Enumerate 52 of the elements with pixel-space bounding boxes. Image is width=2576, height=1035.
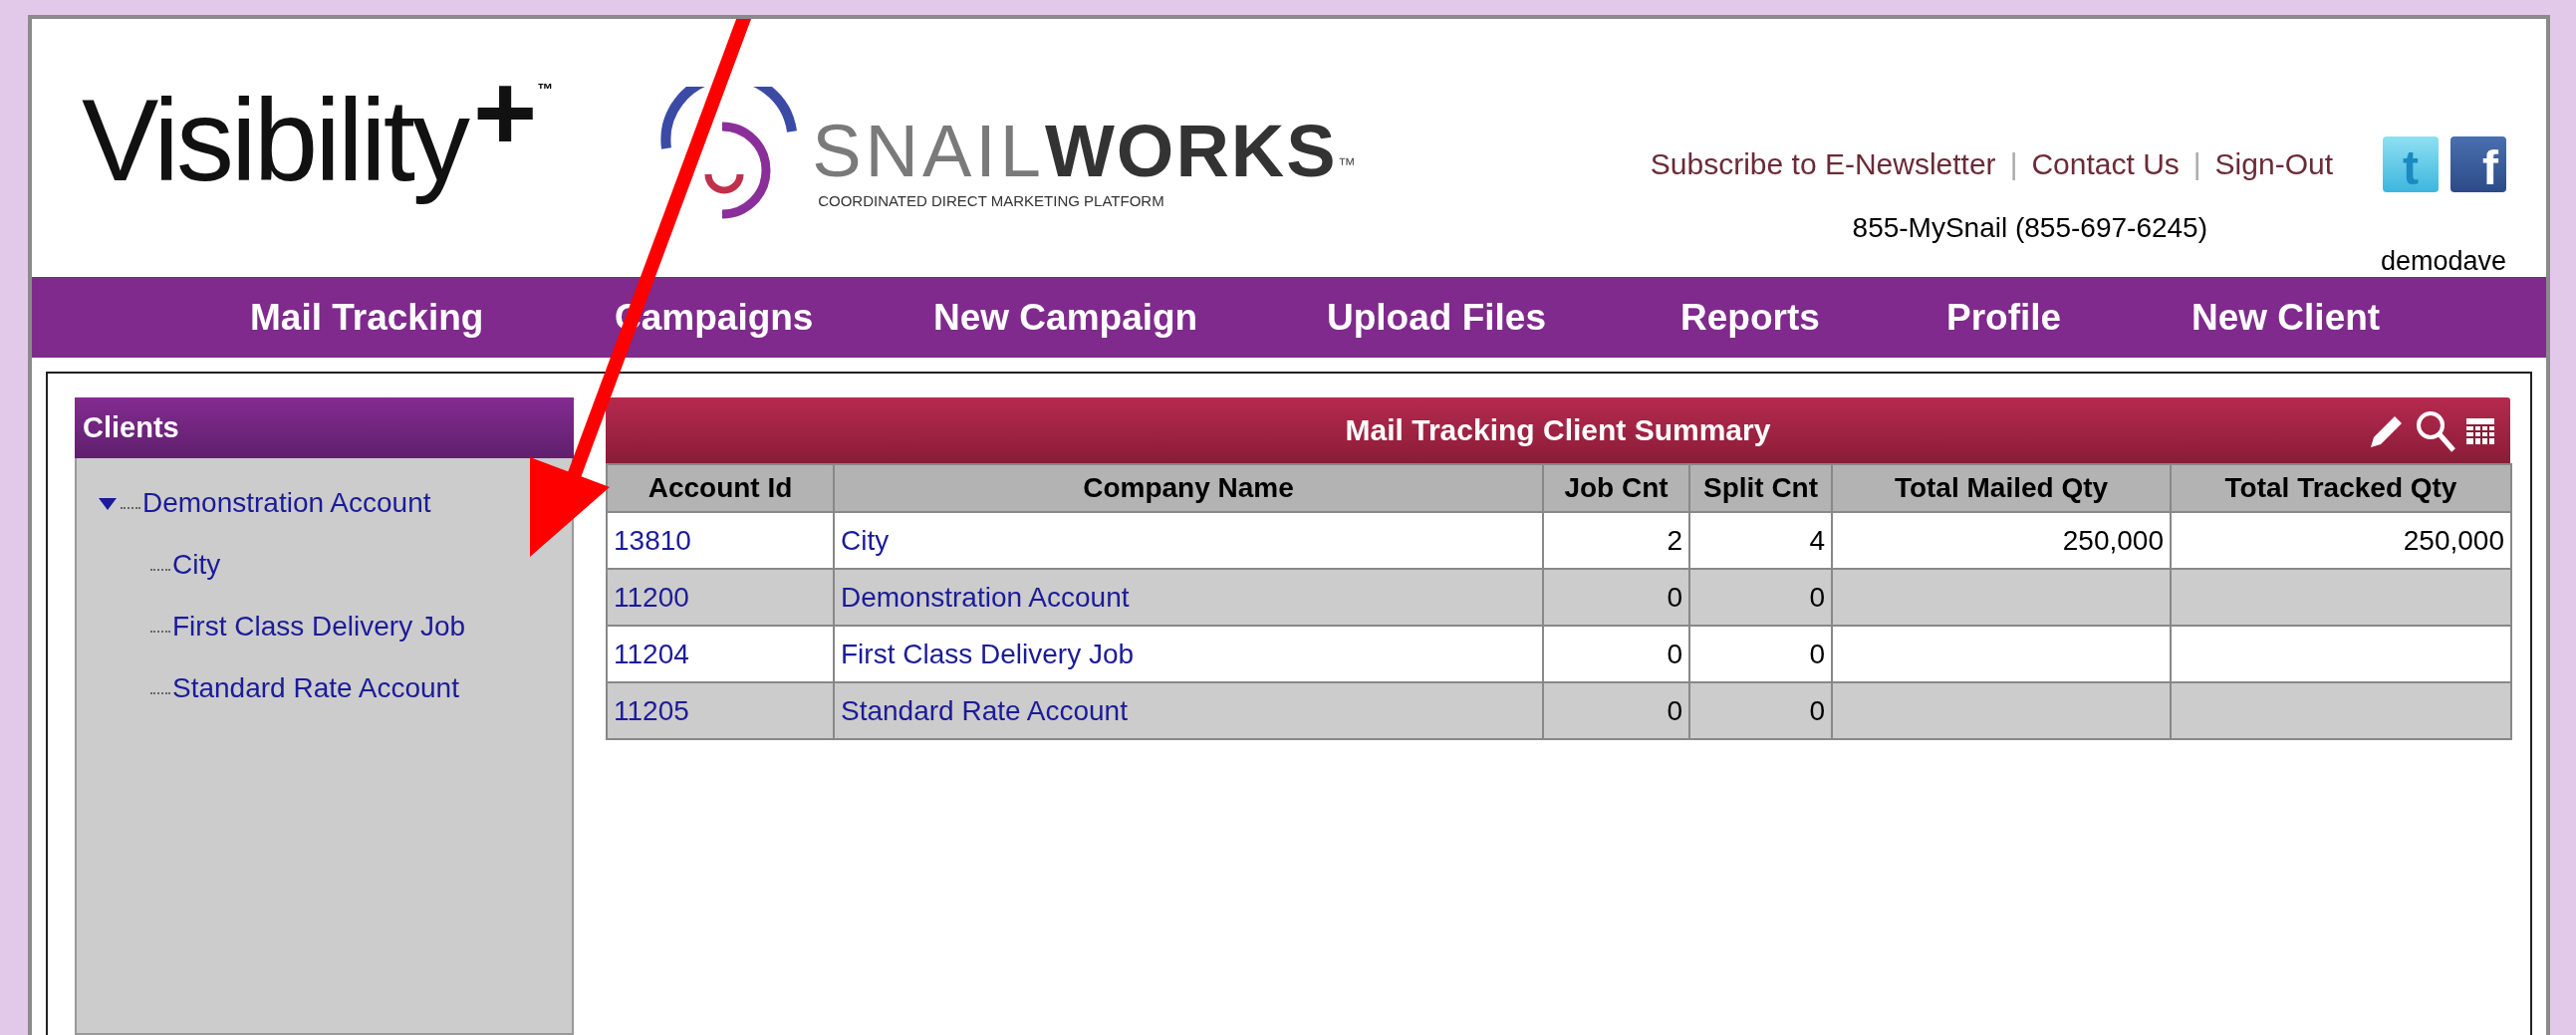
panel-header: Clients [75,397,574,458]
column-header: Total Tracked Qty [2171,464,2511,512]
tree-item[interactable]: Demonstration Account [142,487,431,519]
phone-number: 855-MySnail (855-697-6245) [1852,212,2207,244]
table-cell: 0 [1543,569,1689,626]
account-id-link[interactable]: 11200 [607,569,834,626]
company-link[interactable]: Demonstration Account [834,569,1543,626]
search-icon[interactable] [2415,409,2456,453]
partner-logo-text: SNAILWORKS [812,114,1338,188]
trademark: ™ [1337,154,1356,175]
partner-tagline: COORDINATED DIRECT MARKETING PLATFORM [818,191,1165,209]
company-link[interactable]: Standard Rate Account [834,682,1543,739]
header-link[interactable]: Contact Us [2031,147,2180,181]
account-id-link[interactable]: 13810 [607,512,834,569]
account-id-link[interactable]: 11205 [607,682,834,739]
tree-item[interactable]: City [172,549,221,581]
table-cell: 0 [1689,626,1832,682]
header-link[interactable]: Sign-Out [2214,147,2333,181]
column-header: Account Id [607,464,834,512]
tree-item[interactable]: Standard Rate Account [172,672,459,704]
table-cell: 0 [1689,569,1832,626]
table-cell: 4 [1689,512,1832,569]
brand-plus: + [472,69,538,156]
table-cell: 0 [1689,682,1832,739]
column-header: Company Name [834,464,1543,512]
nav-item[interactable]: Mail Tracking [250,286,484,348]
table-cell: 250,000 [1832,512,2171,569]
table-cell: 2 [1543,512,1689,569]
trademark: ™ [537,81,554,99]
column-header: Job Cnt [1543,464,1689,512]
nav-item[interactable]: Profile [1946,286,2062,348]
table-cell: 0 [1543,626,1689,682]
nav-item[interactable]: Upload Files [1327,286,1546,348]
nav-item[interactable]: New Client [2191,286,2381,348]
table-title: Mail Tracking Client Summary [1345,413,1771,447]
username: demodave [2380,246,2506,277]
brand-logo-text: Visibility [82,75,469,207]
column-header: Total Mailed Qty [1832,464,2171,512]
tree-item[interactable]: First Class Delivery Job [172,611,466,643]
social-icon[interactable]: f [2450,136,2506,192]
nav-item[interactable]: New Campaign [933,286,1198,348]
header-link[interactable]: Subscribe to E-Newsletter [1650,147,1996,181]
company-link[interactable]: First Class Delivery Job [834,626,1543,682]
company-link[interactable]: City [834,512,1543,569]
separator: | [2192,147,2201,181]
account-id-link[interactable]: 11204 [607,626,834,682]
table-cell: 0 [1543,682,1689,739]
separator: | [2009,147,2018,181]
grid-icon[interactable] [2464,416,2496,446]
table-cell: 250,000 [2171,512,2511,569]
column-header: Split Cnt [1689,464,1832,512]
nav-item[interactable]: Reports [1680,286,1820,348]
